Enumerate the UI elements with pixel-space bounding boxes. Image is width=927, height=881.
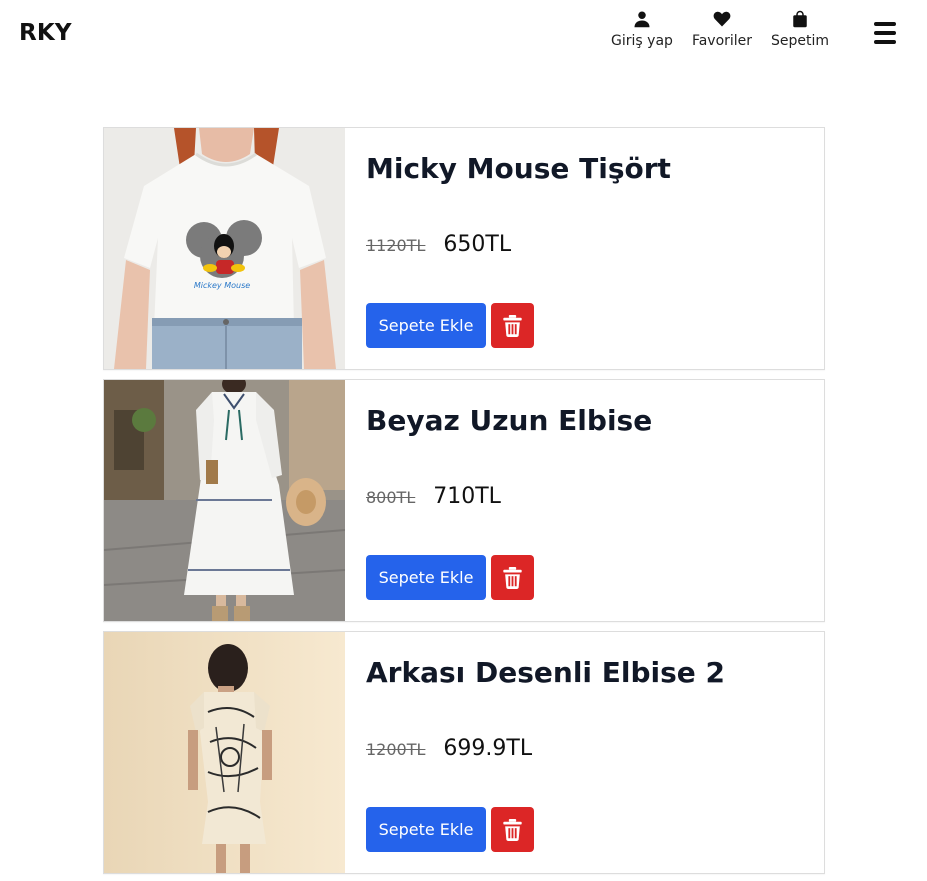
product-info: Beyaz Uzun Elbise 800TL 710TL Sepete Ekl… <box>366 380 814 621</box>
product-prices: 1120TL 650TL <box>366 232 511 257</box>
product-actions: Sepete Ekle <box>366 303 534 348</box>
product-info: Arkası Desenli Elbise 2 1200TL 699.9TL S… <box>366 632 814 873</box>
current-price: 699.9TL <box>443 736 533 761</box>
navbar: RKY Giriş yap Favoriler Sepetim <box>0 0 927 68</box>
old-price: 800TL <box>366 488 416 507</box>
old-price: 1120TL <box>366 236 426 255</box>
product-title[interactable]: Beyaz Uzun Elbise <box>366 404 652 437</box>
trash-icon <box>503 314 522 337</box>
user-icon <box>634 11 650 28</box>
nav-login-label: Giriş yap <box>611 33 673 49</box>
nav-favorites-link[interactable]: Favoriler <box>688 10 756 49</box>
hamburger-menu-button[interactable] <box>874 22 898 44</box>
trash-icon <box>503 818 522 841</box>
add-to-cart-button[interactable]: Sepete Ekle <box>366 807 486 852</box>
remove-favorite-button[interactable] <box>491 303 534 348</box>
product-actions: Sepete Ekle <box>366 807 534 852</box>
product-card: Beyaz Uzun Elbise 800TL 710TL Sepete Ekl… <box>103 379 825 622</box>
product-prices: 800TL 710TL <box>366 484 501 509</box>
product-image-patterned-dress[interactable] <box>104 632 345 873</box>
product-card: Arkası Desenli Elbise 2 1200TL 699.9TL S… <box>103 631 825 874</box>
product-info: Micky Mouse Tişört 1120TL 650TL Sepete E… <box>366 128 814 369</box>
product-title[interactable]: Micky Mouse Tişört <box>366 152 671 185</box>
product-prices: 1200TL 699.9TL <box>366 736 532 761</box>
product-title[interactable]: Arkası Desenli Elbise 2 <box>366 656 725 689</box>
current-price: 650TL <box>443 232 512 257</box>
favorites-list: Mickey Mouse Micky Mouse Tişört 1120TL 6… <box>103 127 825 881</box>
remove-favorite-button[interactable] <box>491 807 534 852</box>
product-image-tshirt[interactable]: Mickey Mouse <box>104 128 345 369</box>
trash-icon <box>503 566 522 589</box>
nav-cart-link[interactable]: Sepetim <box>767 10 833 49</box>
hamburger-icon-line <box>874 31 896 35</box>
product-actions: Sepete Ekle <box>366 555 534 600</box>
brand-logo[interactable]: RKY <box>19 20 72 46</box>
product-image-white-dress[interactable] <box>104 380 345 621</box>
add-to-cart-button[interactable]: Sepete Ekle <box>366 303 486 348</box>
nav-login-link[interactable]: Giriş yap <box>609 10 675 49</box>
product-card: Mickey Mouse Micky Mouse Tişört 1120TL 6… <box>103 127 825 370</box>
add-to-cart-button[interactable]: Sepete Ekle <box>366 555 486 600</box>
remove-favorite-button[interactable] <box>491 555 534 600</box>
nav-cart-label: Sepetim <box>770 33 830 49</box>
nav-favorites-label: Favoriler <box>691 33 753 49</box>
hamburger-icon-line <box>874 40 896 44</box>
heart-icon <box>713 11 731 27</box>
old-price: 1200TL <box>366 740 426 759</box>
svg-text:Mickey Mouse: Mickey Mouse <box>194 281 250 290</box>
current-price: 710TL <box>433 484 501 509</box>
shopping-bag-icon <box>793 10 807 28</box>
hamburger-icon-line <box>874 22 896 26</box>
